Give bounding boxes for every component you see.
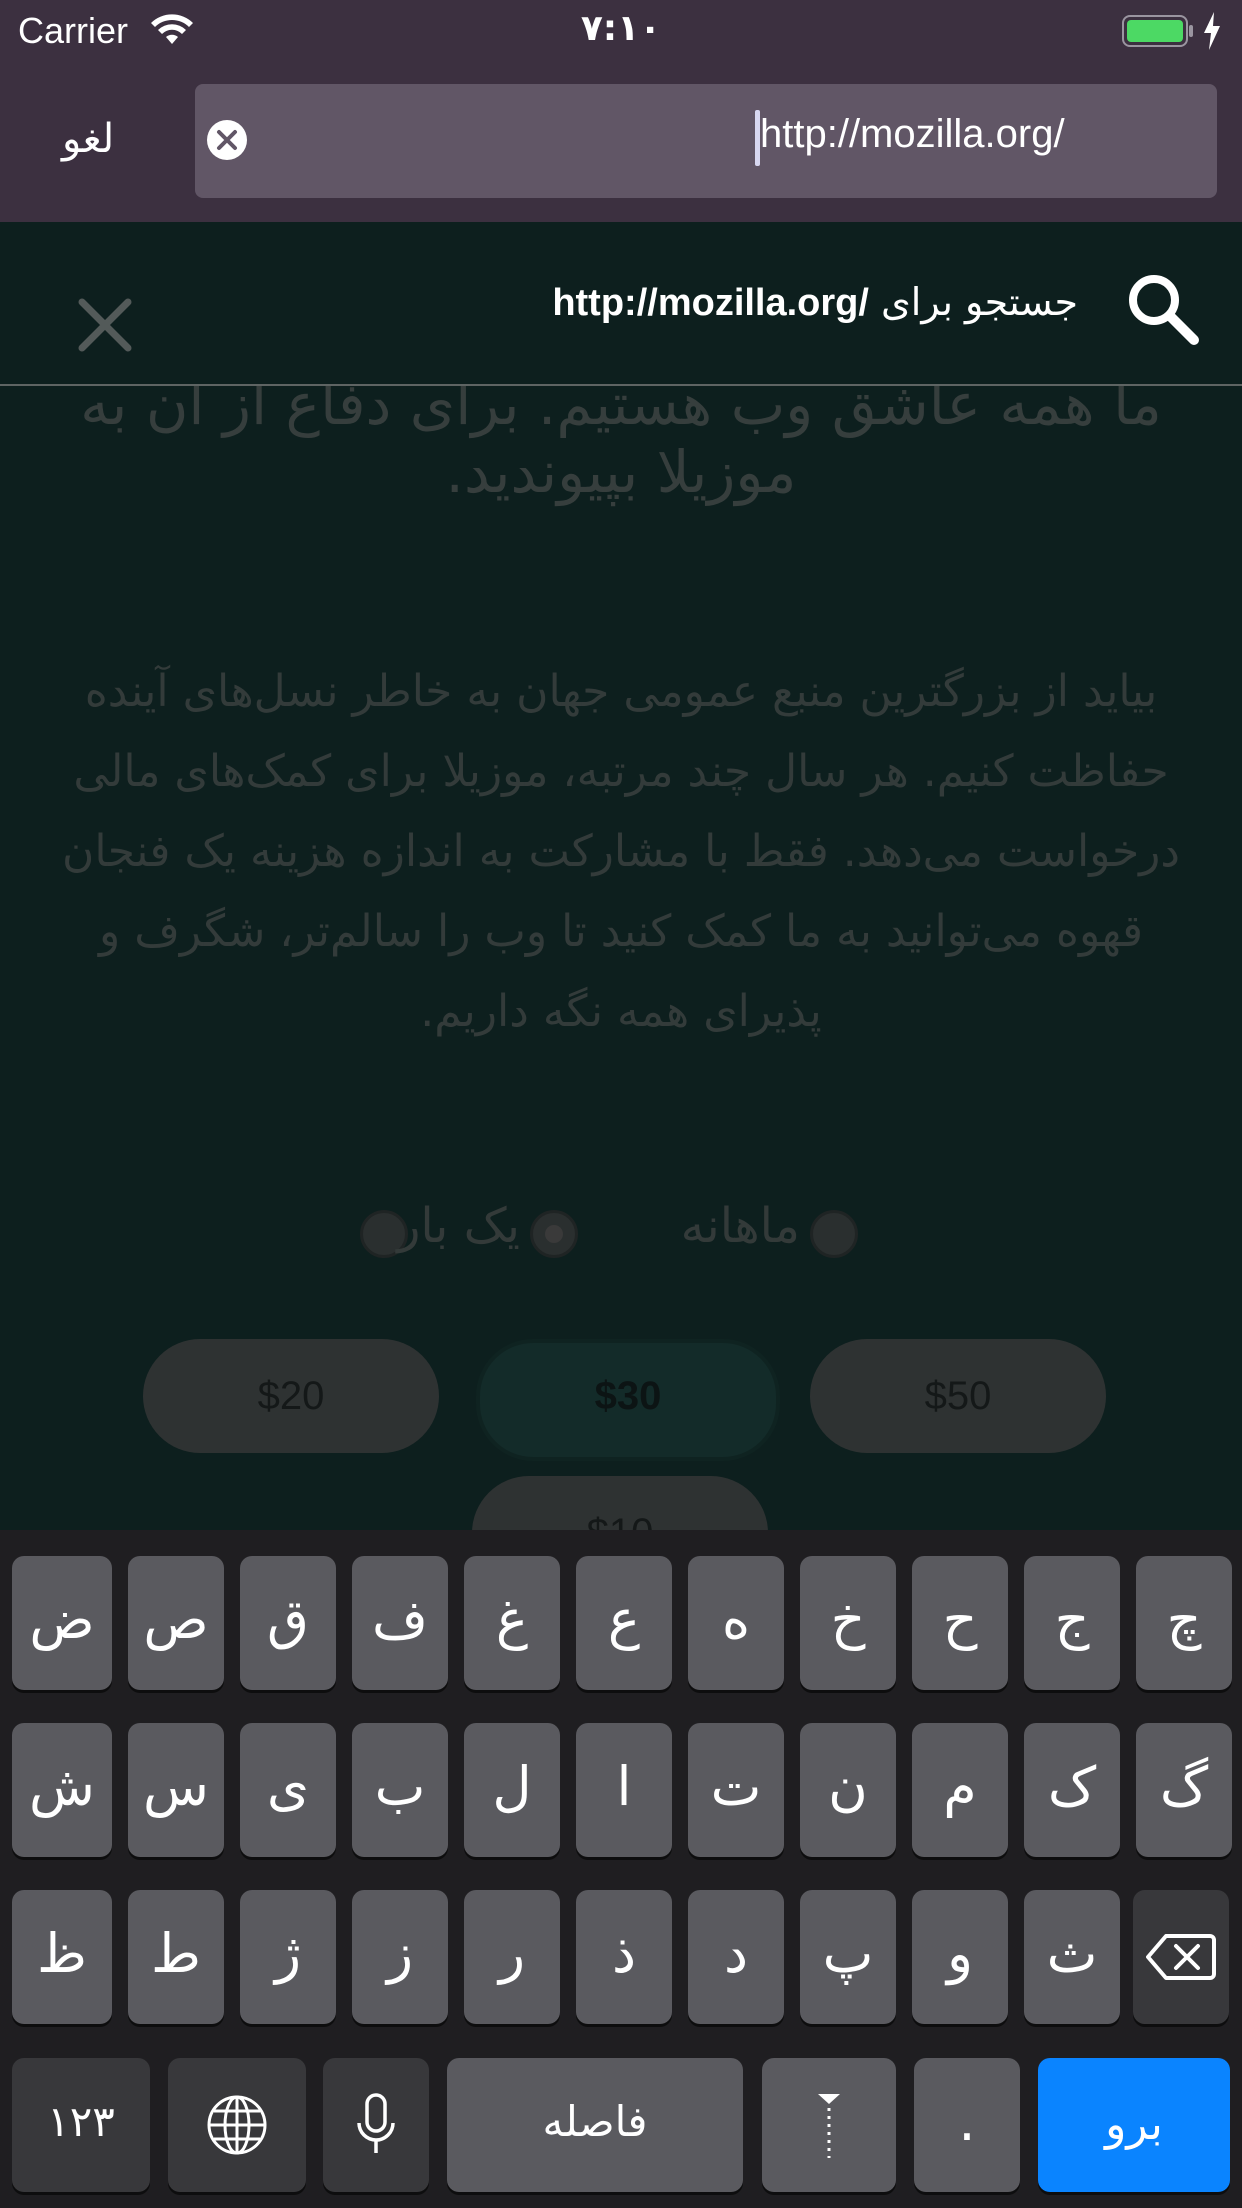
keyboard: ضصقفغعهخحجچ شسیبلاتنمکگ ظطژزرذدپوث ۱۲۳ ف… (0, 1530, 1242, 2208)
key-row3-0[interactable]: ظ (12, 1890, 112, 2024)
key-row1-5[interactable]: ع (576, 1556, 672, 1690)
url-bar: لغو http://mozilla.org/ (0, 62, 1242, 222)
key-row1-8[interactable]: ح (912, 1556, 1008, 1690)
page-paragraph: بیاید از بزرگترین منبع عمومی جهان به خاط… (62, 666, 1180, 1037)
key-row2-2[interactable]: ی (240, 1723, 336, 1857)
cancel-button[interactable]: لغو (62, 116, 114, 162)
key-row2-10[interactable]: گ (1136, 1723, 1232, 1857)
key-row2-5[interactable]: ا (576, 1723, 672, 1857)
page-background: ما همه عاشق وب هستیم. برای دفاع از آن به… (0, 222, 1242, 1532)
key-row3-5[interactable]: ذ (576, 1890, 672, 2024)
backspace-key[interactable] (1133, 1890, 1229, 2024)
battery-icon (1122, 15, 1193, 47)
amount-button-30[interactable]: $30 (476, 1339, 780, 1461)
amount-button-50[interactable]: $50 (810, 1339, 1106, 1453)
charging-bolt-icon (1204, 12, 1220, 50)
key-row1-4[interactable]: غ (464, 1556, 560, 1690)
key-row1-9[interactable]: ج (1024, 1556, 1120, 1690)
key-row1-10[interactable]: چ (1136, 1556, 1232, 1690)
key-row1-7[interactable]: خ (800, 1556, 896, 1690)
key-row2-9[interactable]: ک (1024, 1723, 1120, 1857)
amount-button-10[interactable]: $10 (472, 1476, 768, 1532)
frequency-once-label: یک بار (397, 1198, 520, 1254)
microphone-icon (357, 2093, 395, 2153)
clock: ۷:۱۰ (580, 8, 662, 49)
key-row2-4[interactable]: ل (464, 1723, 560, 1857)
close-icon[interactable] (78, 298, 132, 352)
url-text: http://mozilla.org/ (760, 112, 1065, 156)
key-row3-7[interactable]: پ (800, 1890, 896, 2024)
globe-icon (207, 2095, 267, 2155)
search-suggestion-query: http://mozilla.org/ (552, 282, 869, 324)
backspace-icon (1146, 1934, 1216, 1980)
key-row2-3[interactable]: ب (352, 1723, 448, 1857)
search-icon (1129, 275, 1199, 345)
frequency-radio-monthly[interactable] (810, 1210, 858, 1258)
key-row3-9[interactable]: ث (1024, 1890, 1120, 2024)
numbers-key[interactable]: ۱۲۳ (12, 2058, 150, 2192)
period-key[interactable]: . (914, 2058, 1020, 2192)
search-suggestion-text: جستجو برای http://mozilla.org/ (552, 280, 1078, 325)
key-row2-1[interactable]: س (128, 1723, 224, 1857)
amount-button-20[interactable]: $20 (143, 1339, 439, 1453)
key-row1-6[interactable]: ه (688, 1556, 784, 1690)
key-row3-1[interactable]: ط (128, 1890, 224, 2024)
zwnj-key[interactable] (762, 2058, 896, 2192)
frequency-radio-once-checked[interactable] (530, 1210, 578, 1258)
microphone-key[interactable] (323, 2058, 429, 2192)
key-row1-3[interactable]: ف (352, 1556, 448, 1690)
frequency-options: یک بار ماهانه (360, 1198, 880, 1268)
key-row3-3[interactable]: ز (352, 1890, 448, 2024)
search-suggestion-prefix: جستجو برای (881, 280, 1078, 324)
key-row2-0[interactable]: ش (12, 1723, 112, 1857)
space-key[interactable]: فاصله (447, 2058, 743, 2192)
key-row3-8[interactable]: و (912, 1890, 1008, 2024)
globe-key[interactable] (168, 2058, 306, 2192)
status-bar: Carrier ۷:۱۰ (0, 0, 1242, 62)
page-heading: ما همه عاشق وب هستیم. برای دفاع از آن به… (80, 370, 1162, 506)
key-row3-2[interactable]: ژ (240, 1890, 336, 2024)
key-row2-6[interactable]: ت (688, 1723, 784, 1857)
frequency-monthly-label: ماهانه (680, 1198, 800, 1254)
search-suggestion[interactable]: جستجو برای http://mozilla.org/ (0, 222, 1242, 386)
clear-text-icon[interactable] (205, 118, 249, 162)
key-row1-0[interactable]: ض (12, 1556, 112, 1690)
key-row1-1[interactable]: ص (128, 1556, 224, 1690)
page-content: ما همه عاشق وب هستیم. برای دفاع از آن به… (0, 222, 1242, 1532)
key-row2-8[interactable]: م (912, 1723, 1008, 1857)
go-key[interactable]: برو (1038, 2058, 1230, 2192)
zwnj-icon (818, 2094, 840, 2158)
key-row1-2[interactable]: ق (240, 1556, 336, 1690)
key-row3-6[interactable]: د (688, 1890, 784, 2024)
url-input[interactable]: http://mozilla.org/ (195, 84, 1217, 198)
key-row3-4[interactable]: ر (464, 1890, 560, 2024)
key-row2-7[interactable]: ن (800, 1723, 896, 1857)
